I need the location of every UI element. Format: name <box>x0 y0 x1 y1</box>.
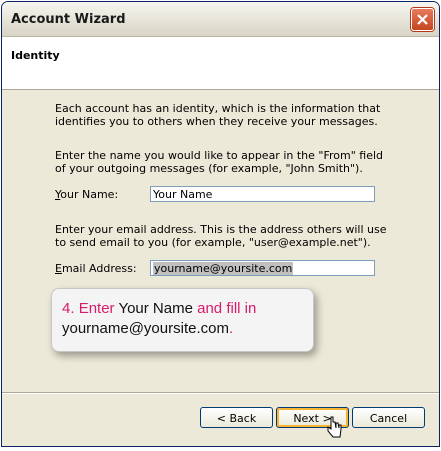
email-address-value: yourname@yoursite.com <box>153 262 294 275</box>
cancel-button[interactable]: Cancel <box>352 407 425 428</box>
instruction-callout: 4. Enter Your Name and fill in yourname@… <box>51 288 314 352</box>
name-label: Your Name: <box>55 188 118 201</box>
title-bar: Account Wizard <box>2 2 439 37</box>
name-label-rest: our Name: <box>60 188 119 201</box>
callout-and-fill-in: and fill in <box>197 300 257 317</box>
button-separator <box>2 392 439 394</box>
wizard-header: Identity <box>2 37 439 90</box>
name-instructions: Enter the name you would like to appear … <box>55 149 384 175</box>
email-label-rest: mail Address: <box>61 262 137 275</box>
close-button[interactable] <box>411 8 434 31</box>
callout-text: 4. Enter Your Name and fill in yourname@… <box>62 299 307 339</box>
callout-enter: Enter <box>78 300 115 317</box>
email-label-accel: E <box>55 262 62 275</box>
callout-email: yourname@yoursite.com <box>62 320 229 337</box>
email-label: Email Address: <box>55 262 137 275</box>
callout-step: 4. <box>62 300 75 317</box>
your-name-field[interactable]: Your Name <box>150 186 375 202</box>
your-name-value: Your Name <box>153 188 213 201</box>
callout-period: . <box>228 320 234 337</box>
back-button[interactable]: < Back <box>200 407 273 428</box>
window-title: Account Wizard <box>11 12 126 27</box>
close-icon <box>417 14 428 25</box>
email-address-field[interactable]: yourname@yoursite.com <box>150 260 375 276</box>
account-wizard-window: Account Wizard Identity Each account has… <box>1 1 440 447</box>
intro-text: Each account has an identity, which is t… <box>55 102 381 128</box>
email-instructions: Enter your email address. This is the ad… <box>55 223 387 249</box>
mouse-cursor-icon <box>327 416 342 438</box>
callout-name: Your Name <box>118 300 193 317</box>
page-title: Identity <box>11 49 60 62</box>
